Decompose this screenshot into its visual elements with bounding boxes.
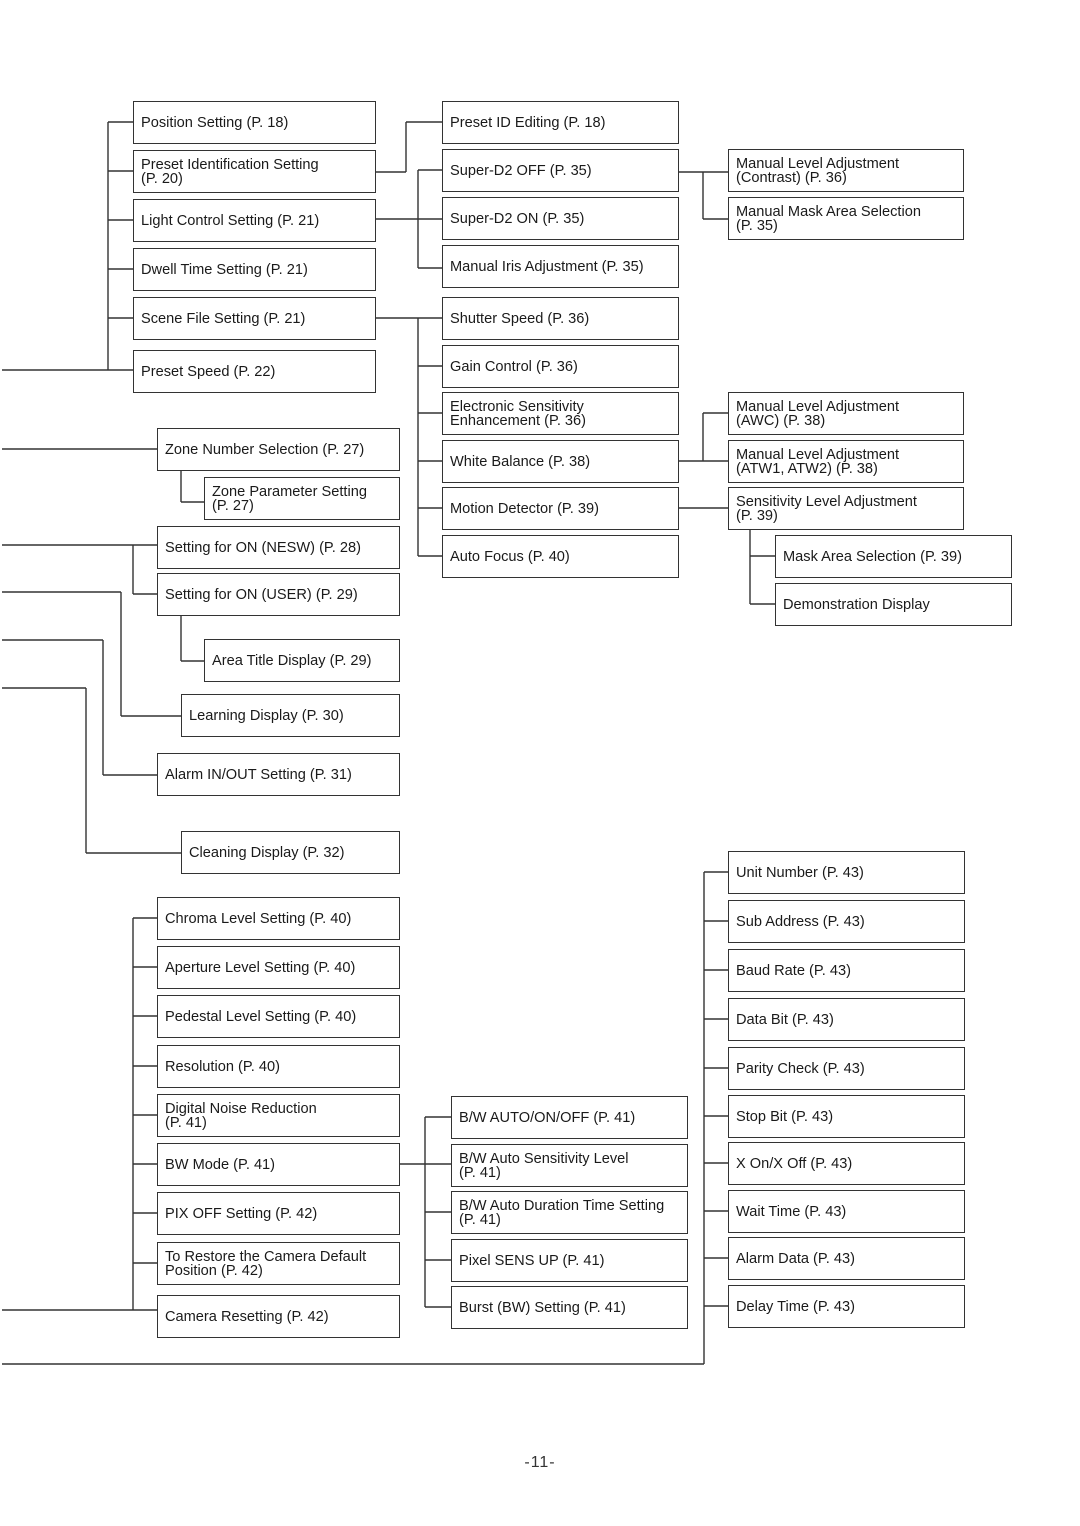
box-sensitivity-level-adjustment: Sensitivity Level Adjustment (P. 39) [728,487,964,530]
box-light-control-setting: Light Control Setting (P. 21) [133,199,376,242]
box-resolution: Resolution (P. 40) [157,1045,400,1088]
box-pixel-sens-up: Pixel SENS UP (P. 41) [451,1239,688,1282]
box-stop-bit: Stop Bit (P. 43) [728,1095,965,1138]
box-electronic-sensitivity-enhancement: Electronic Sensitivity Enhancement (P. 3… [442,392,679,435]
box-super-d2-on: Super-D2 ON (P. 35) [442,197,679,240]
box-bw-auto-duration-time: B/W Auto Duration Time Setting (P. 41) [451,1191,688,1234]
box-demonstration-display: Demonstration Display [775,583,1012,626]
box-burst-bw-setting: Burst (BW) Setting (P. 41) [451,1286,688,1329]
box-gain-control: Gain Control (P. 36) [442,345,679,388]
box-sub-address: Sub Address (P. 43) [728,900,965,943]
box-bw-auto-on-off: B/W AUTO/ON/OFF (P. 41) [451,1096,688,1139]
box-unit-number: Unit Number (P. 43) [728,851,965,894]
box-pedestal-level-setting: Pedestal Level Setting (P. 40) [157,995,400,1038]
box-pix-off-setting: PIX OFF Setting (P. 42) [157,1192,400,1235]
box-zone-parameter-setting: Zone Parameter Setting (P. 27) [204,477,400,520]
box-manual-mask-area-selection: Manual Mask Area Selection (P. 35) [728,197,964,240]
box-camera-resetting: Camera Resetting (P. 42) [157,1295,400,1338]
page-number: -11- [524,1454,556,1471]
box-manual-level-atw: Manual Level Adjustment (ATW1, ATW2) (P.… [728,440,964,483]
box-scene-file-setting: Scene File Setting (P. 21) [133,297,376,340]
box-area-title-display: Area Title Display (P. 29) [204,639,400,682]
box-parity-check: Parity Check (P. 43) [728,1047,965,1090]
box-preset-identification-setting: Preset Identification Setting (P. 20) [133,150,376,193]
box-preset-id-editing: Preset ID Editing (P. 18) [442,101,679,144]
box-alarm-data: Alarm Data (P. 43) [728,1237,965,1280]
box-aperture-level-setting: Aperture Level Setting (P. 40) [157,946,400,989]
box-cleaning-display: Cleaning Display (P. 32) [181,831,400,874]
box-bw-mode: BW Mode (P. 41) [157,1143,400,1186]
box-delay-time: Delay Time (P. 43) [728,1285,965,1328]
box-position-setting: Position Setting (P. 18) [133,101,376,144]
box-x-on-x-off: X On/X Off (P. 43) [728,1142,965,1185]
box-data-bit: Data Bit (P. 43) [728,998,965,1041]
box-manual-level-awc: Manual Level Adjustment (AWC) (P. 38) [728,392,964,435]
box-wait-time: Wait Time (P. 43) [728,1190,965,1233]
box-setting-on-nesw: Setting for ON (NESW) (P. 28) [157,526,400,569]
box-alarm-in-out-setting: Alarm IN/OUT Setting (P. 31) [157,753,400,796]
box-super-d2-off: Super-D2 OFF (P. 35) [442,149,679,192]
box-manual-iris-adjustment: Manual Iris Adjustment (P. 35) [442,245,679,288]
box-restore-camera-default: To Restore the Camera Default Position (… [157,1242,400,1285]
box-shutter-speed: Shutter Speed (P. 36) [442,297,679,340]
box-baud-rate: Baud Rate (P. 43) [728,949,965,992]
box-motion-detector: Motion Detector (P. 39) [442,487,679,530]
box-white-balance: White Balance (P. 38) [442,440,679,483]
box-mask-area-selection: Mask Area Selection (P. 39) [775,535,1012,578]
box-digital-noise-reduction: Digital Noise Reduction (P. 41) [157,1094,400,1137]
box-learning-display: Learning Display (P. 30) [181,694,400,737]
box-setting-on-user: Setting for ON (USER) (P. 29) [157,573,400,616]
box-manual-level-contrast: Manual Level Adjustment (Contrast) (P. 3… [728,149,964,192]
box-dwell-time-setting: Dwell Time Setting (P. 21) [133,248,376,291]
box-auto-focus: Auto Focus (P. 40) [442,535,679,578]
box-zone-number-selection: Zone Number Selection (P. 27) [157,428,400,471]
box-chroma-level-setting: Chroma Level Setting (P. 40) [157,897,400,940]
box-bw-auto-sensitivity-level: B/W Auto Sensitivity Level (P. 41) [451,1144,688,1187]
box-preset-speed: Preset Speed (P. 22) [133,350,376,393]
